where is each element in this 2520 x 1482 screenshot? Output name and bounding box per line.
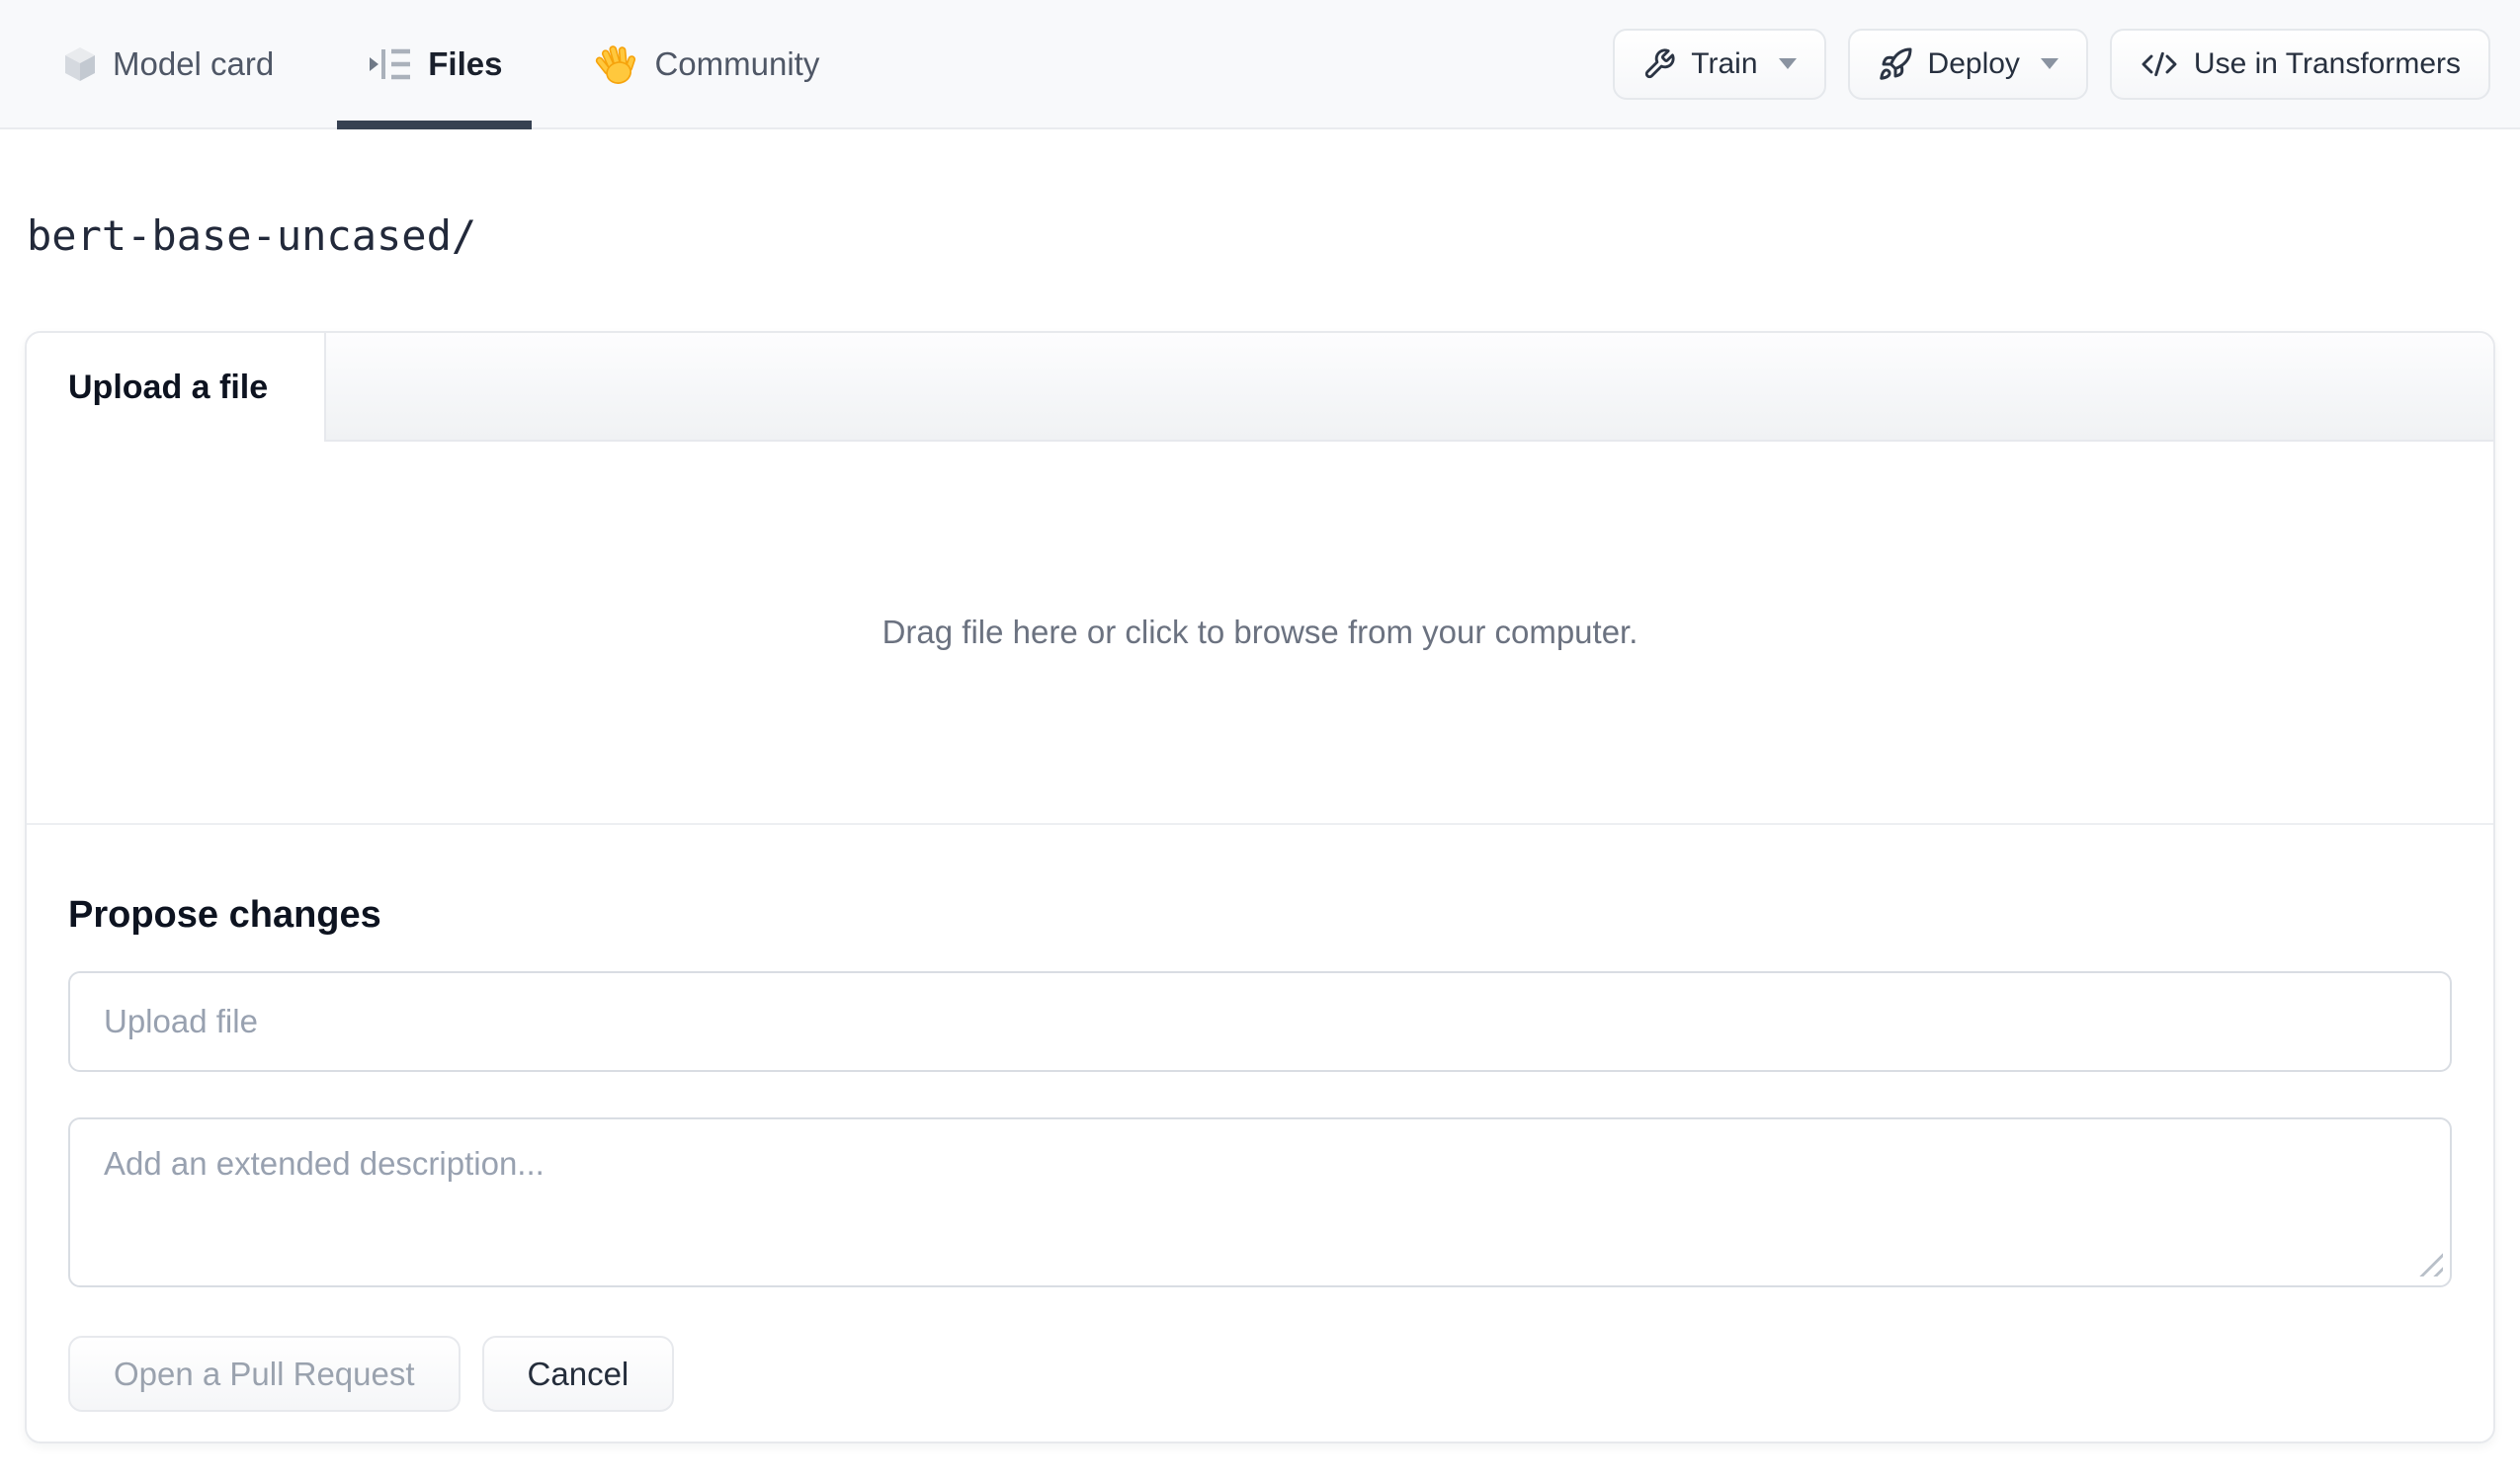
nav-actions: Train Deploy Use in Transformers	[1613, 0, 2520, 127]
deploy-button-label: Deploy	[1927, 46, 2020, 80]
use-in-transformers-button[interactable]: Use in Transformers	[2109, 28, 2490, 100]
file-dropzone[interactable]: Drag file here or click to browse from y…	[27, 442, 2493, 825]
tab-model-card-label: Model card	[113, 44, 275, 82]
upload-card-header: Upload a file	[27, 333, 2493, 442]
tab-upload-a-file-label: Upload a file	[68, 368, 269, 406]
chevron-down-icon	[1778, 58, 1797, 69]
card-header-filler	[326, 333, 2493, 442]
repo-nav: Model card Files Community Train Deploy …	[0, 0, 2520, 129]
tab-files-label: Files	[428, 44, 503, 82]
breadcrumb[interactable]: bert-base-uncased/	[27, 207, 476, 265]
open-pull-request-button[interactable]: Open a Pull Request	[68, 1336, 461, 1412]
train-button-label: Train	[1691, 46, 1758, 80]
tab-files[interactable]: Files	[337, 0, 533, 129]
dropzone-text: Drag file here or click to browse from y…	[882, 614, 1638, 650]
code-icon	[2142, 51, 2177, 76]
tab-community-label: Community	[654, 44, 820, 82]
deploy-button[interactable]: Deploy	[1847, 28, 2088, 100]
form-actions: Open a Pull Request Cancel	[68, 1336, 2452, 1412]
upload-file-input[interactable]	[68, 971, 2452, 1072]
wrench-icon	[1645, 47, 1675, 78]
cube-icon	[65, 46, 95, 81]
extended-description-textarea[interactable]	[68, 1117, 2452, 1287]
propose-changes-section: Propose changes Open a Pull Request Canc…	[27, 825, 2493, 1443]
waving-hand-icon	[596, 44, 636, 84]
tab-model-card[interactable]: Model card	[63, 0, 274, 127]
tab-community[interactable]: Community	[595, 0, 819, 127]
rocket-icon	[1879, 46, 1912, 80]
propose-changes-heading: Propose changes	[68, 894, 381, 936]
tab-upload-a-file[interactable]: Upload a file	[27, 333, 326, 442]
use-in-transformers-label: Use in Transformers	[2193, 46, 2461, 80]
repo-tabs: Model card Files Community	[0, 0, 819, 129]
chevron-down-icon	[2040, 58, 2058, 69]
files-icon	[370, 48, 411, 79]
upload-card: Upload a file Drag file here or click to…	[25, 331, 2495, 1443]
description-field-wrap	[68, 1117, 2452, 1287]
cancel-button[interactable]: Cancel	[481, 1336, 675, 1412]
train-button[interactable]: Train	[1613, 28, 1826, 100]
active-tab-underline	[337, 121, 533, 129]
